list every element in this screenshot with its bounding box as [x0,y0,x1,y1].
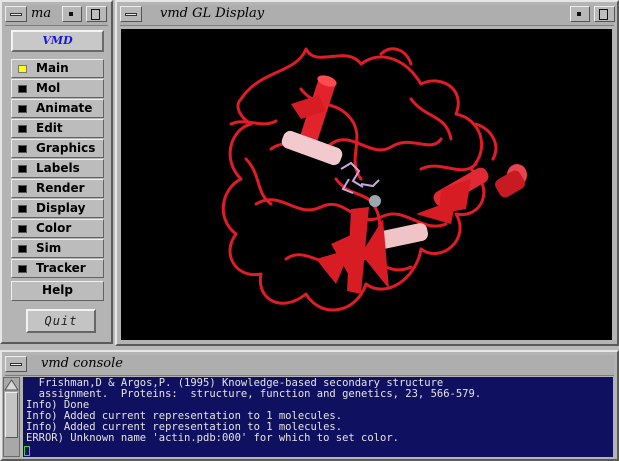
protein-ribbon-render [221,47,527,312]
menu-item-label: Main [36,61,69,75]
menu-item-indicator-icon [18,225,27,233]
quit-button[interactable]: Quit [26,309,96,333]
menu-item-indicator-icon [18,185,27,193]
menu-item-label: Edit [36,121,63,135]
menu-item-tracker[interactable]: Tracker [11,259,104,278]
menu-item-render[interactable]: Render [11,179,104,198]
minimize-button[interactable] [62,6,82,22]
menu-item-main[interactable]: Main [11,59,104,78]
menu-item-mol[interactable]: Mol [11,79,104,98]
console-window-menu-button[interactable] [5,356,27,372]
gl-render-canvas[interactable] [121,29,612,340]
window-menu-icon [10,363,22,366]
menu-titlebar[interactable]: ma [5,5,108,26]
menu-item-sim[interactable]: Sim [11,239,104,258]
vmd-logo-button[interactable]: VMD [11,30,104,52]
gl-minimize-button[interactable] [570,6,590,22]
menu-item-label: Tracker [36,261,86,275]
scroll-thumb[interactable] [5,392,18,438]
console-line: ERROR) Unknown name 'actin.pdb:000' for … [26,432,399,444]
menu-item-indicator-icon [18,165,27,173]
gl-maximize-button[interactable] [594,6,615,22]
menu-item-label: Display [36,201,86,215]
console-output[interactable]: Frishman,D & Argos,P. (1995) Knowledge-b… [23,377,613,457]
window-menu-icon [10,13,22,16]
menu-item-indicator-icon [18,245,27,253]
menu-window-title: ma [31,6,52,21]
menu-item-label: Sim [36,241,62,255]
window-menu-icon [125,13,137,16]
console-input-cursor[interactable] [24,446,30,456]
menu-item-edit[interactable]: Edit [11,119,104,138]
menu-item-graphics[interactable]: Graphics [11,139,104,158]
menu-item-display[interactable]: Display [11,199,104,218]
console-window-title: vmd console [41,356,123,371]
menu-item-label: Graphics [36,141,96,155]
menu-item-indicator-icon [18,125,27,133]
menu-item-indicator-icon [18,85,27,93]
scroll-up-arrow-icon[interactable] [4,379,19,391]
menu-item-indicator-icon [18,265,27,273]
menu-item-indicator-icon [18,145,27,153]
menu-item-label: Labels [36,161,80,175]
gl-titlebar[interactable]: vmd GL Display [120,5,615,26]
maximize-icon [599,9,608,20]
console-titlebar[interactable]: vmd console [5,355,614,376]
window-menu-button[interactable] [5,6,27,22]
menu-item-label: Animate [36,101,93,115]
gl-window-menu-button[interactable] [120,6,142,22]
menu-item-label: Render [36,181,85,195]
menu-item-labels[interactable]: Labels [11,159,104,178]
menu-item-animate[interactable]: Animate [11,99,104,118]
menu-item-color[interactable]: Color [11,219,104,238]
menu-item-indicator-icon [18,205,27,213]
menu-item-indicator-icon [18,105,27,113]
menu-item-indicator-icon [18,65,27,73]
maximize-icon [91,9,100,20]
console-scrollbar[interactable] [3,377,20,457]
maximize-button[interactable] [86,6,107,22]
minimize-icon [69,12,73,16]
menu-item-label: Mol [36,81,61,95]
help-button[interactable]: Help [11,281,104,301]
gl-window-title: vmd GL Display [160,6,265,21]
console-line: assignment. Proteins: structure, functio… [26,388,482,400]
minimize-icon [577,12,581,16]
menu-item-label: Color [36,221,72,235]
